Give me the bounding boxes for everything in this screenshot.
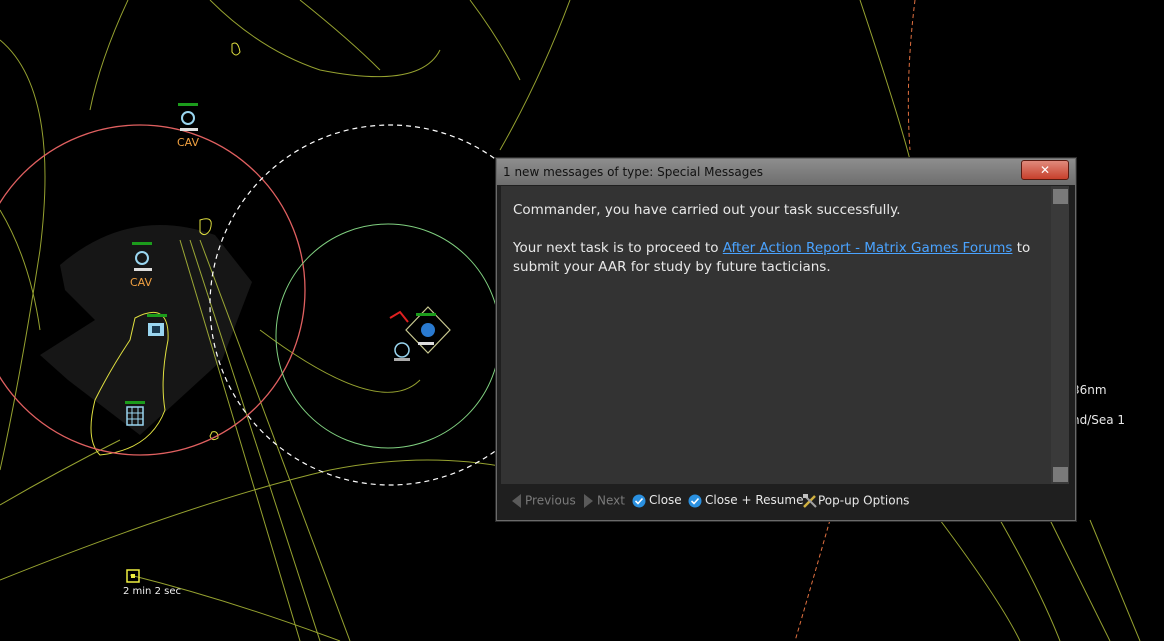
unit-label: CAV — [130, 276, 153, 289]
vertical-scrollbar[interactable] — [1051, 186, 1069, 484]
aircraft-icon — [389, 306, 451, 361]
side-info-range: 36nm — [1072, 383, 1107, 397]
message-text: Your next task is to proceed to — [513, 240, 723, 256]
popup-options-label: Pop-up Options — [818, 493, 910, 508]
message-line: Commander, you have carried out your tas… — [513, 202, 901, 218]
close-resume-label: Close + Resume — [705, 493, 804, 507]
side-info-sea: nd/Sea 1 — [1072, 413, 1126, 427]
check-circle-icon — [688, 494, 702, 507]
close-button[interactable]: Close — [632, 493, 682, 508]
message-body: Commander, you have carried out your tas… — [501, 186, 1069, 484]
unit-label: CAV — [177, 136, 200, 149]
timer-label: 2 min 2 sec — [123, 586, 181, 597]
message-line: Your next task is to proceed to After Ac… — [513, 239, 1033, 277]
close-label: Close — [649, 493, 682, 507]
close-icon: ✕ — [1039, 163, 1051, 177]
waypoint-marker — [126, 569, 140, 583]
dialog-title: 1 new messages of type: Special Messages — [503, 165, 764, 179]
radar-icon — [178, 103, 198, 131]
arrow-left-icon — [512, 494, 521, 508]
check-circle-icon — [632, 494, 646, 507]
next-button[interactable]: Next — [583, 493, 625, 509]
previous-button[interactable]: Previous — [511, 493, 576, 509]
scroll-up-button[interactable] — [1053, 189, 1068, 204]
close-resume-button[interactable]: Close + Resume — [688, 493, 803, 508]
sensor-coverage-sector — [40, 225, 252, 435]
next-label: Next — [597, 493, 625, 508]
popup-options-button[interactable]: Pop-up Options — [802, 493, 909, 509]
message-dialog: 1 new messages of type: Special Messages… — [496, 158, 1076, 521]
previous-label: Previous — [525, 493, 576, 508]
dialog-toolbar: Previous Next Close Close + Resume Pop-u… — [501, 487, 1069, 515]
close-window-button[interactable]: ✕ — [1021, 160, 1069, 180]
scroll-down-button[interactable] — [1053, 467, 1068, 482]
tools-icon — [803, 494, 817, 508]
arrow-right-icon — [584, 494, 593, 508]
dialog-titlebar[interactable]: 1 new messages of type: Special Messages… — [497, 159, 1075, 185]
aar-link[interactable]: After Action Report - Matrix Games Forum… — [723, 240, 1013, 256]
range-ring-green — [275, 223, 501, 449]
